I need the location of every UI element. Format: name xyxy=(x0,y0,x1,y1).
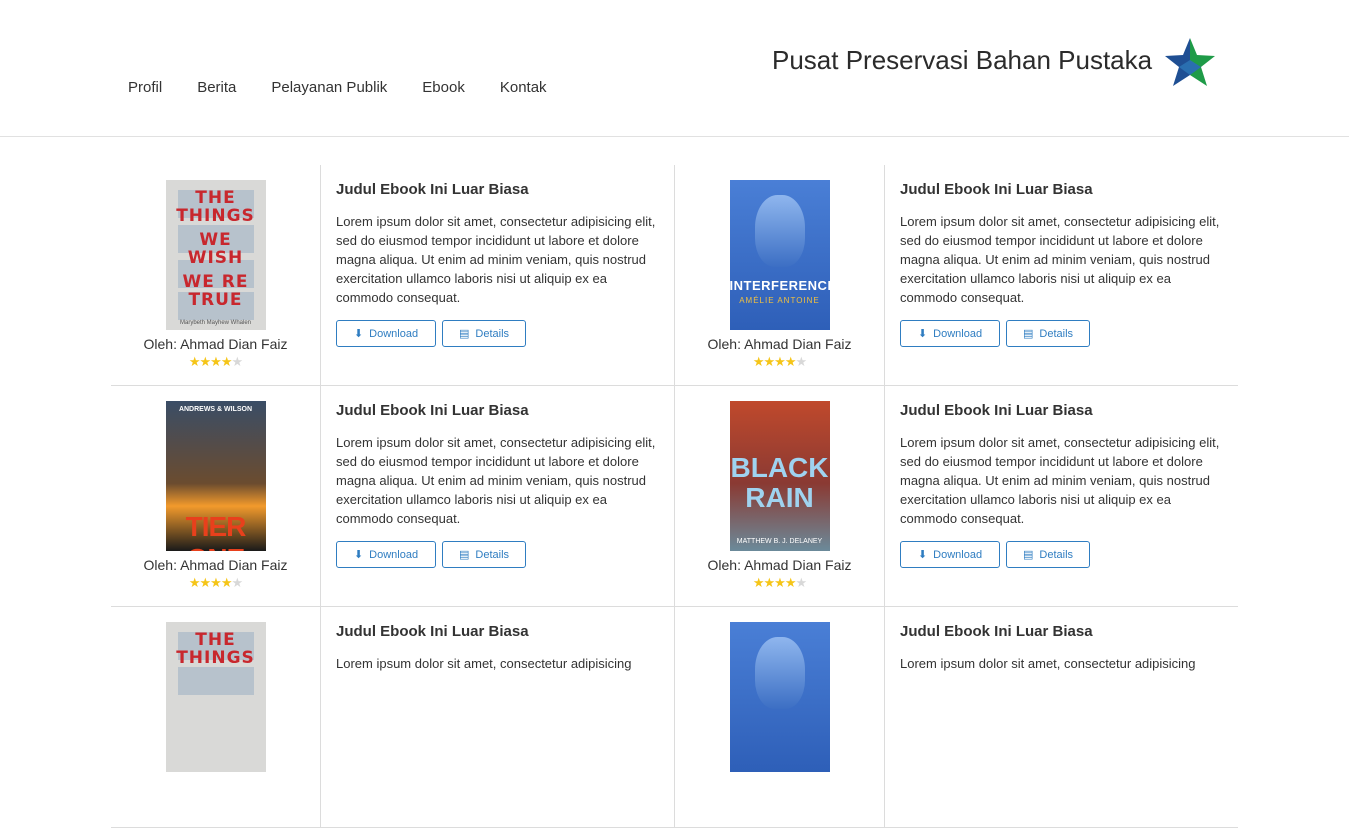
book-title[interactable]: Judul Ebook Ini Luar Biasa xyxy=(900,623,1230,640)
download-button[interactable]: ⬇ Download xyxy=(336,541,436,568)
book-author: Oleh: Ahmad Dian Faiz xyxy=(707,557,852,573)
cover-author: Marybeth Mayhew Whalen xyxy=(179,320,252,326)
book-title[interactable]: Judul Ebook Ini Luar Biasa xyxy=(900,402,1230,419)
book-cover[interactable]: INTERFERENCE AMÉLIE ANTOINE xyxy=(729,180,830,330)
nav-item-berita[interactable]: Berita xyxy=(197,79,236,96)
star-rating: ★★★★★ xyxy=(188,575,243,590)
details-button[interactable]: ▤ Details xyxy=(442,541,526,568)
cover-text: WE xyxy=(199,230,232,250)
download-button[interactable]: ⬇ Download xyxy=(900,320,1000,347)
book-title[interactable]: Judul Ebook Ini Luar Biasa xyxy=(900,181,1230,198)
cover-title: BLACK RAIN xyxy=(730,452,829,513)
cover-text: TRUE xyxy=(188,290,243,310)
ebook-card: BLACK RAIN MATTHEW B. J. DELANEY Oleh: A… xyxy=(674,386,1238,606)
cover-author: ANDREWS & WILSON xyxy=(178,406,253,413)
cover-text: THE xyxy=(195,630,236,650)
ebook-row: ANDREWS & WILSON TIER ONE Oleh: Ahmad Di… xyxy=(111,386,1238,607)
download-icon: ⬇ xyxy=(353,549,364,561)
book-description: Lorem ipsum dolor sit amet, consectetur … xyxy=(900,435,1220,526)
ebook-info: Judul Ebook Ini Luar Biasa Lorem ipsum d… xyxy=(321,386,666,606)
ebook-card: THE THINGS Judul Ebook Ini Luar Biasa Lo… xyxy=(111,607,674,827)
ebook-row: THE THINGS Judul Ebook Ini Luar Biasa Lo… xyxy=(111,607,1238,828)
ebook-card: INTERFERENCE AMÉLIE ANTOINE Oleh: Ahmad … xyxy=(674,165,1238,385)
details-button[interactable]: ▤ Details xyxy=(1006,320,1090,347)
details-icon: ▤ xyxy=(1022,549,1034,561)
ebook-thumb: ANDREWS & WILSON TIER ONE Oleh: Ahmad Di… xyxy=(111,386,321,606)
ebook-thumb xyxy=(675,607,885,827)
cover-author: AMÉLIE ANTOINE xyxy=(739,296,820,305)
ebook-info: Judul Ebook Ini Luar Biasa Lorem ipsum d… xyxy=(885,386,1230,606)
star-rating: ★★★★★ xyxy=(752,575,807,590)
site-title[interactable]: Pusat Preservasi Bahan Pustaka xyxy=(772,45,1152,76)
details-button[interactable]: ▤ Details xyxy=(442,320,526,347)
book-description: Lorem ipsum dolor sit amet, consectetur … xyxy=(336,656,632,671)
ebook-thumb: BLACK RAIN MATTHEW B. J. DELANEY Oleh: A… xyxy=(675,386,885,606)
ebook-row: THE THINGS WE WISH WE RE TRUE Marybeth M… xyxy=(111,165,1238,386)
ebook-info: Judul Ebook Ini Luar Biasa Lorem ipsum d… xyxy=(885,607,1230,827)
book-description: Lorem ipsum dolor sit amet, consectetur … xyxy=(336,214,656,305)
details-icon: ▤ xyxy=(1022,328,1034,340)
book-title[interactable]: Judul Ebook Ini Luar Biasa xyxy=(336,623,666,640)
cover-text: WISH xyxy=(187,248,244,268)
download-icon: ⬇ xyxy=(917,328,928,340)
book-cover[interactable] xyxy=(729,622,830,772)
star-rating: ★★★★★ xyxy=(752,354,807,369)
ebook-info: Judul Ebook Ini Luar Biasa Lorem ipsum d… xyxy=(885,165,1230,385)
book-description: Lorem ipsum dolor sit amet, consectetur … xyxy=(336,435,656,526)
details-icon: ▤ xyxy=(458,328,470,340)
ebook-thumb: THE THINGS WE WISH WE RE TRUE Marybeth M… xyxy=(111,165,321,385)
book-title[interactable]: Judul Ebook Ini Luar Biasa xyxy=(336,402,666,419)
ebook-grid: THE THINGS WE WISH WE RE TRUE Marybeth M… xyxy=(111,165,1238,828)
cover-text: THE xyxy=(195,188,236,208)
cover-title: TIER ONE xyxy=(185,511,247,551)
ebook-info: Judul Ebook Ini Luar Biasa Lorem ipsum d… xyxy=(321,165,666,385)
nav-item-pelayanan-publik[interactable]: Pelayanan Publik xyxy=(271,79,387,96)
details-icon: ▤ xyxy=(458,549,470,561)
ebook-thumb: THE THINGS xyxy=(111,607,321,827)
ebook-card: THE THINGS WE WISH WE RE TRUE Marybeth M… xyxy=(111,165,674,385)
book-cover[interactable]: ANDREWS & WILSON TIER ONE xyxy=(165,401,266,551)
download-icon: ⬇ xyxy=(353,328,364,340)
cover-text: THINGS xyxy=(176,648,255,668)
book-description: Lorem ipsum dolor sit amet, consectetur … xyxy=(900,656,1196,671)
book-cover[interactable]: THE THINGS xyxy=(165,622,266,772)
book-author: Oleh: Ahmad Dian Faiz xyxy=(707,336,852,352)
cover-text: WE RE xyxy=(182,272,249,292)
nav-item-ebook[interactable]: Ebook xyxy=(422,79,465,96)
star-logo-icon[interactable] xyxy=(1162,36,1218,90)
book-cover[interactable]: BLACK RAIN MATTHEW B. J. DELANEY xyxy=(729,401,830,551)
details-button[interactable]: ▤ Details xyxy=(1006,541,1090,568)
ebook-thumb: INTERFERENCE AMÉLIE ANTOINE Oleh: Ahmad … xyxy=(675,165,885,385)
cover-author: MATTHEW B. J. DELANEY xyxy=(736,538,823,545)
download-button[interactable]: ⬇ Download xyxy=(900,541,1000,568)
nav-item-profil[interactable]: Profil xyxy=(128,79,162,96)
ebook-card: ANDREWS & WILSON TIER ONE Oleh: Ahmad Di… xyxy=(111,386,674,606)
nav-item-kontak[interactable]: Kontak xyxy=(500,79,547,96)
book-description: Lorem ipsum dolor sit amet, consectetur … xyxy=(900,214,1220,305)
main-nav: Profil Berita Pelayanan Publik Ebook Kon… xyxy=(128,79,582,96)
cover-title: INTERFERENCE xyxy=(729,278,830,293)
book-title[interactable]: Judul Ebook Ini Luar Biasa xyxy=(336,181,666,198)
book-author: Oleh: Ahmad Dian Faiz xyxy=(143,336,288,352)
site-header: Profil Berita Pelayanan Publik Ebook Kon… xyxy=(0,0,1349,137)
cover-text: THINGS xyxy=(176,206,255,226)
ebook-card: Judul Ebook Ini Luar Biasa Lorem ipsum d… xyxy=(674,607,1238,827)
download-button[interactable]: ⬇ Download xyxy=(336,320,436,347)
book-cover[interactable]: THE THINGS WE WISH WE RE TRUE Marybeth M… xyxy=(165,180,266,330)
download-icon: ⬇ xyxy=(917,549,928,561)
book-author: Oleh: Ahmad Dian Faiz xyxy=(143,557,288,573)
star-rating: ★★★★★ xyxy=(188,354,243,369)
ebook-info: Judul Ebook Ini Luar Biasa Lorem ipsum d… xyxy=(321,607,666,827)
